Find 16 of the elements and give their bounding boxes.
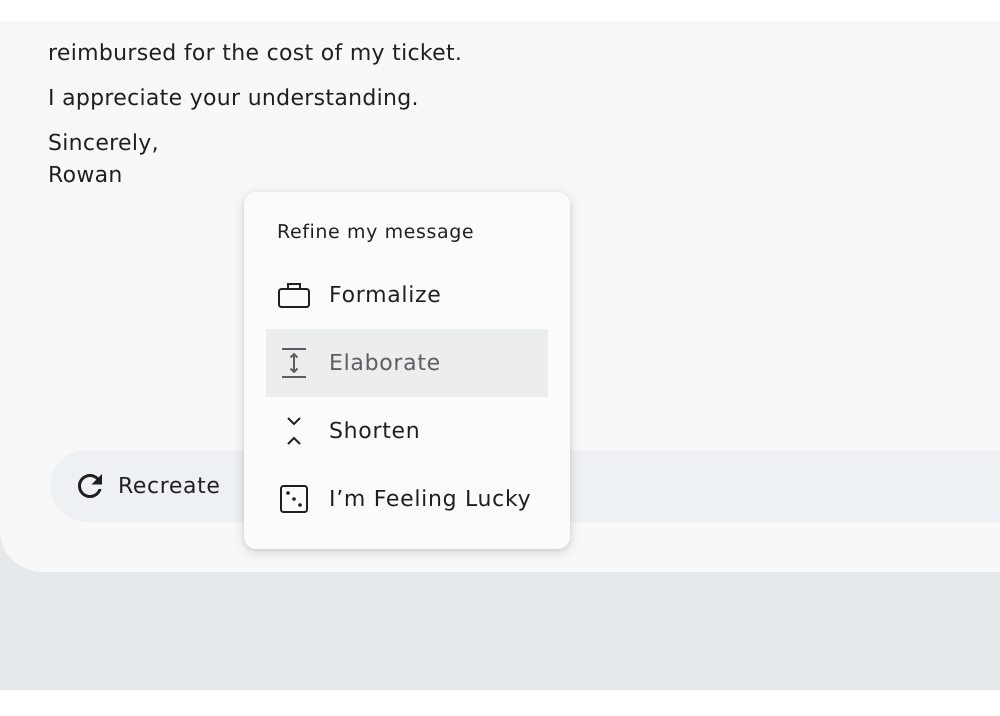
menu-item[interactable]: Shorten [266,397,548,465]
menu-item[interactable]: Elaborate [266,329,548,397]
menu-item[interactable]: Formalize [266,261,548,329]
dice-icon [278,485,310,513]
message-paragraph: I appreciate your understanding. [48,85,419,113]
message-paragraph: reimbursed for the cost of my ticket. [48,40,462,68]
menu-item-label: Formalize [329,282,442,308]
message-paragraph: Sincerely, Rowan [48,130,159,190]
menu-title: Refine my message [276,220,476,244]
menu-item-label: Elaborate [329,350,441,376]
briefcase-icon [278,282,310,308]
refresh-icon [78,474,102,498]
menu-item[interactable]: I’m Feeling Lucky [266,465,548,533]
recreate-button[interactable]: Recreate [78,474,220,498]
menu-item-label: Shorten [329,418,420,444]
menu-item-label: I’m Feeling Lucky [329,486,532,512]
